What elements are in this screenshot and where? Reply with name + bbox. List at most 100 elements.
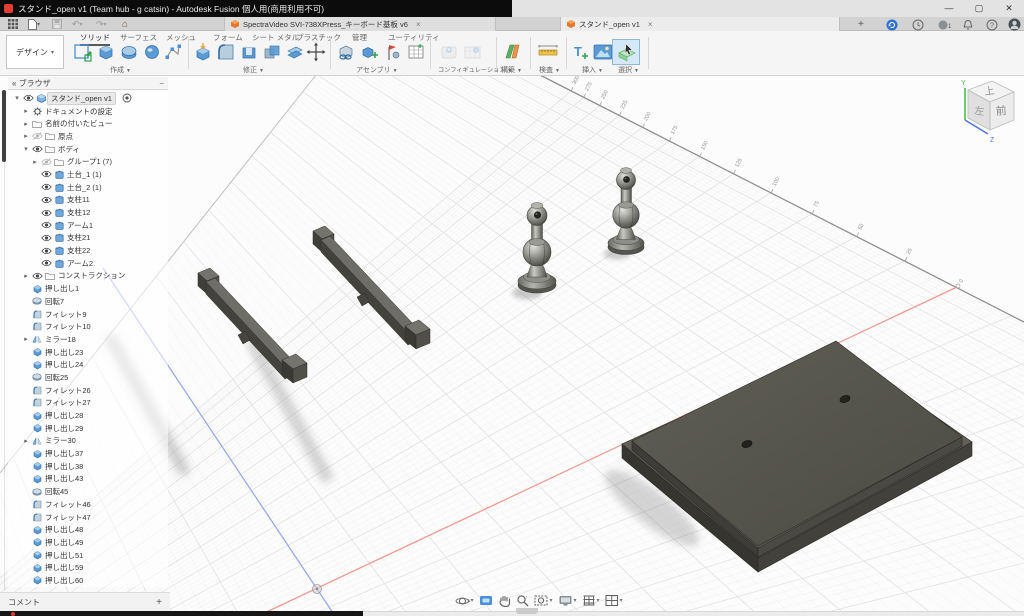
viewports-icon[interactable]: ▾: [605, 594, 623, 607]
redo-icon[interactable]: ↷▾: [96, 18, 107, 30]
browser-row-label[interactable]: 支柱12: [65, 207, 90, 218]
combine-icon[interactable]: [262, 42, 282, 62]
close-button[interactable]: ✕: [996, 1, 1022, 16]
browser-row[interactable]: 支柱22: [8, 244, 168, 257]
browser-row-label[interactable]: 名前の付いたビュー: [43, 118, 113, 129]
viewcube-top-face[interactable]: 上: [984, 85, 996, 98]
insert-text-icon[interactable]: T: [571, 42, 591, 62]
browser-row-label[interactable]: 押し出し60: [43, 575, 83, 586]
browser-header[interactable]: « ブラウザ −: [8, 77, 168, 90]
browser-row-label[interactable]: スタンド_open v1: [47, 92, 116, 105]
viewcube-left-face[interactable]: 左: [974, 104, 985, 118]
measure-icon[interactable]: [537, 42, 557, 62]
browser-row[interactable]: 支柱12: [8, 206, 168, 219]
browser-row-label[interactable]: 回転25: [43, 372, 68, 383]
browser-row-label[interactable]: 押し出し28: [43, 410, 83, 421]
browser-row-label[interactable]: グループ1 (7): [65, 156, 112, 167]
move-icon[interactable]: [306, 42, 326, 62]
visibility-eye-off-icon[interactable]: [40, 158, 53, 166]
display-settings-icon[interactable]: ▾: [558, 594, 577, 607]
browser-row[interactable]: 押し出し49: [8, 536, 168, 549]
expand-caret-icon[interactable]: ▸: [30, 158, 40, 166]
visibility-eye-icon[interactable]: [22, 94, 35, 102]
browser-row-label[interactable]: フィレット9: [43, 309, 87, 320]
select-group-label[interactable]: 選択 ▼: [618, 65, 639, 75]
minimize-panel-icon[interactable]: −: [159, 79, 164, 88]
browser-row-label[interactable]: 土台_1 (1): [65, 169, 102, 180]
fillet-icon[interactable]: [216, 42, 236, 62]
browser-row[interactable]: 押し出し23: [8, 346, 168, 359]
look-at-icon[interactable]: [479, 594, 493, 607]
browser-row[interactable]: ▾スタンド_open v1: [8, 92, 168, 105]
browser-row-label[interactable]: 支柱21: [65, 232, 90, 243]
sweep-icon[interactable]: [142, 42, 162, 62]
browser-row[interactable]: 押し出し37: [8, 447, 168, 460]
minimize-button[interactable]: —: [936, 1, 962, 16]
workspace-selector[interactable]: デザイン▾: [6, 35, 64, 69]
browser-row[interactable]: 回転7: [8, 295, 168, 308]
view-cube[interactable]: 上 左 前 Y Z: [952, 76, 1022, 154]
browser-row-label[interactable]: 回転7: [43, 296, 64, 307]
browser-row-label[interactable]: 支柱22: [65, 245, 90, 256]
browser-row[interactable]: 回転25: [8, 371, 168, 384]
browser-row-label[interactable]: 支柱11: [65, 194, 90, 205]
tab-stand-open[interactable]: スタンド_open v1 ×: [560, 17, 840, 31]
pan-icon[interactable]: [498, 594, 511, 607]
visibility-eye-icon[interactable]: [40, 234, 53, 242]
tab-close-icon[interactable]: ×: [648, 20, 653, 29]
zoom-icon[interactable]: ↑: [516, 594, 529, 607]
construct-plane-icon[interactable]: [502, 42, 522, 62]
visibility-eye-icon[interactable]: [31, 272, 44, 280]
expand-caret-icon[interactable]: ▸: [21, 272, 31, 280]
viewcube-front-face[interactable]: 前: [995, 103, 1007, 118]
visibility-eye-icon[interactable]: [40, 247, 53, 255]
press-pull-icon[interactable]: [193, 42, 213, 62]
browser-row-label[interactable]: フィレット47: [43, 512, 91, 523]
select-icon[interactable]: [616, 41, 636, 61]
expand-caret-icon[interactable]: ▸: [21, 107, 31, 115]
browser-row[interactable]: ▸原点: [8, 130, 168, 143]
browser-row-label[interactable]: 押し出し37: [43, 448, 83, 459]
tab-close-icon[interactable]: ×: [416, 20, 421, 29]
browser-row[interactable]: 支柱21: [8, 232, 168, 245]
visibility-eye-icon[interactable]: [40, 170, 53, 178]
browser-row[interactable]: ▸ドキュメントの設定: [8, 105, 168, 118]
browser-row[interactable]: フィレット47: [8, 511, 168, 524]
browser-row[interactable]: 押し出し29: [8, 422, 168, 435]
file-menu-icon[interactable]: ▾: [28, 18, 40, 30]
browser-row-label[interactable]: 押し出し29: [43, 423, 83, 434]
browser-row-label[interactable]: フィレット27: [43, 397, 91, 408]
insert-canvas-icon[interactable]: [592, 42, 612, 62]
browser-row-label[interactable]: 押し出し23: [43, 347, 83, 358]
browser-row[interactable]: フィレット9: [8, 308, 168, 321]
comment-bar[interactable]: コメント +: [0, 592, 170, 611]
browser-row[interactable]: フィレット46: [8, 498, 168, 511]
browser-row-label[interactable]: 押し出し49: [43, 537, 83, 548]
extrude-icon[interactable]: [96, 42, 116, 62]
undo-icon[interactable]: ↶▾: [72, 18, 83, 30]
browser-row[interactable]: 押し出し24: [8, 358, 168, 371]
expand-caret-icon[interactable]: ▸: [21, 437, 31, 445]
save-icon[interactable]: [52, 18, 62, 30]
browser-row-label[interactable]: 押し出し43: [43, 473, 83, 484]
browser-row-label[interactable]: フィレット46: [43, 499, 91, 510]
browser-row-label[interactable]: 土台_2 (1): [65, 182, 102, 193]
browser-row-label[interactable]: 押し出し38: [43, 461, 83, 472]
browser-row-label[interactable]: フィレット10: [43, 321, 91, 332]
grid-settings-icon[interactable]: ▾: [582, 594, 600, 607]
browser-row-label[interactable]: 押し出し1: [43, 283, 79, 294]
browser-row-label[interactable]: 押し出し59: [43, 562, 83, 573]
browser-scrollbar-track[interactable]: [4, 90, 5, 590]
browser-row[interactable]: 押し出し48: [8, 523, 168, 536]
revolve-icon[interactable]: [119, 42, 139, 62]
browser-row-label[interactable]: 押し出し48: [43, 524, 83, 535]
browser-row[interactable]: 押し出し51: [8, 549, 168, 562]
browser-row[interactable]: フィレット10: [8, 320, 168, 333]
browser-row[interactable]: ▾ボディ: [8, 143, 168, 156]
browser-row-label[interactable]: ミラー18: [43, 334, 76, 345]
joint-origin-icon[interactable]: [384, 42, 404, 62]
browser-row[interactable]: ▸名前の付いたビュー: [8, 117, 168, 130]
activate-component-radio[interactable]: [122, 93, 132, 103]
expand-caret-icon[interactable]: ▸: [21, 132, 31, 140]
browser-row[interactable]: ▸ミラー18: [8, 333, 168, 346]
